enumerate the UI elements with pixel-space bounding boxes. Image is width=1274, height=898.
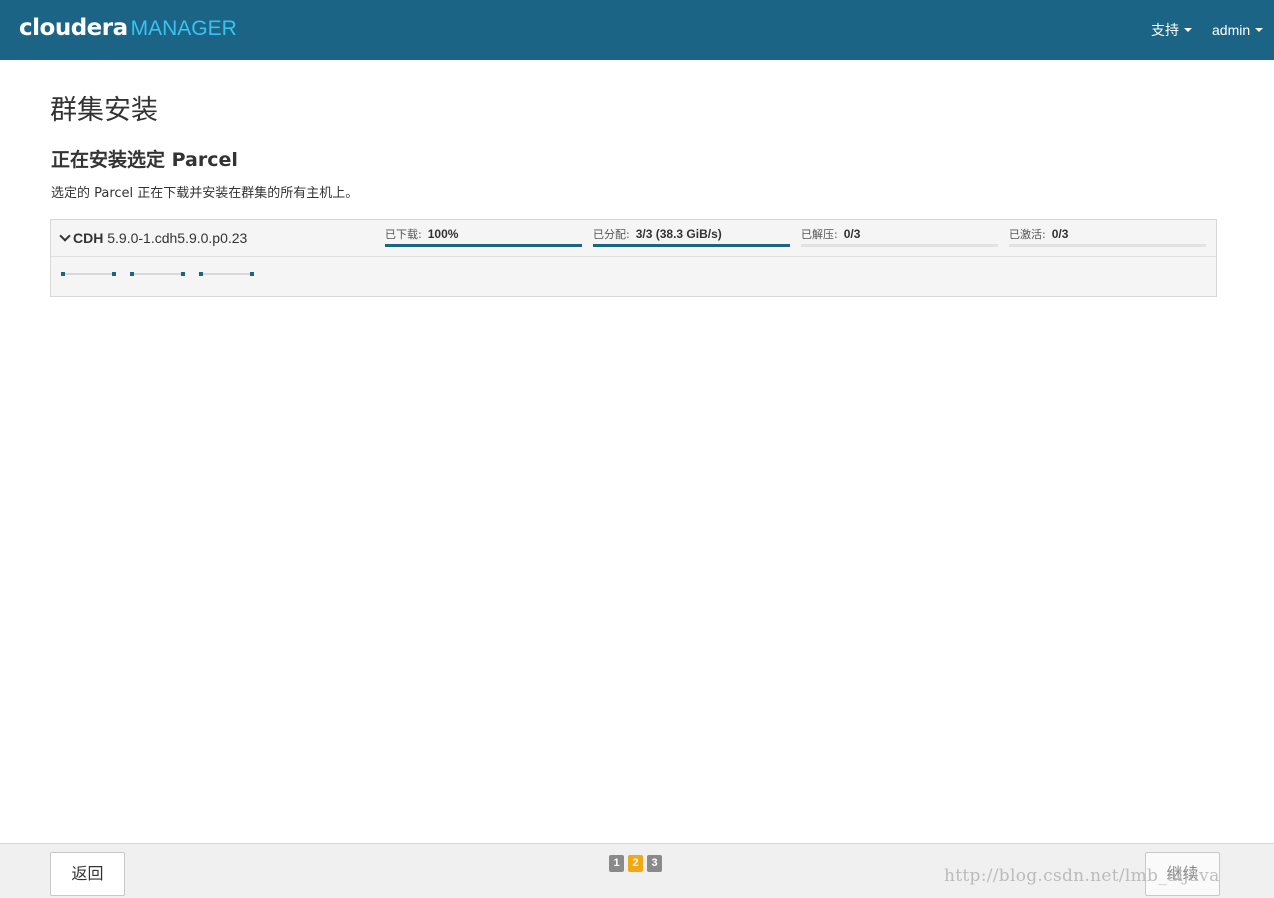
stat-value: 3/3 (38.3 GiB/s) — [635, 227, 722, 241]
host-progress-marker — [199, 272, 203, 276]
stat-label: 已分配: — [593, 228, 630, 241]
user-menu[interactable]: admin — [1212, 0, 1264, 60]
progress-bar — [385, 244, 582, 247]
parcel-name: CDH — [73, 230, 104, 246]
host-progress-marker — [112, 272, 116, 276]
support-menu-label: 支持 — [1151, 22, 1179, 38]
parcel-header: CDH 5.9.0-1.cdh5.9.0.p0.23 已下载: 100% 已分配:… — [51, 220, 1216, 257]
watermark: http://blog.csdn.net/lmb_aijava — [944, 866, 1220, 886]
wizard-step-badge: 1 — [609, 855, 624, 872]
host-progress-marker — [181, 272, 185, 276]
host-progress-track — [203, 273, 251, 275]
stat-label: 已解压: — [801, 228, 838, 241]
host-progress-marker — [250, 272, 254, 276]
wizard-step-badge: 3 — [647, 855, 662, 872]
host-progress-indicator — [61, 271, 117, 277]
progress-fill — [385, 244, 582, 247]
support-menu[interactable]: 支持 — [1151, 0, 1192, 60]
top-navbar: cloudera MANAGER 支持 admin — [0, 0, 1274, 60]
stat-value: 0/3 — [1051, 227, 1069, 241]
section-title: 正在安装选定 Parcel — [51, 149, 238, 171]
wizard-steps: 123 — [609, 855, 666, 872]
host-progress-marker — [130, 272, 134, 276]
stat-downloaded: 已下载: 100% — [385, 227, 582, 251]
page-title: 群集安装 — [50, 95, 158, 126]
logo-text: cloudera — [19, 15, 128, 41]
host-progress-indicator — [199, 271, 255, 277]
caret-down-icon — [1255, 28, 1264, 32]
chevron-down-icon — [59, 230, 71, 242]
parcel-panel: CDH 5.9.0-1.cdh5.9.0.p0.23 已下载: 100% 已分配:… — [50, 219, 1217, 297]
stat-label: 已下载: — [385, 228, 422, 241]
progress-bar — [801, 244, 998, 247]
caret-down-icon — [1184, 28, 1192, 32]
user-menu-label: admin — [1212, 22, 1251, 38]
parcel-version: 5.9.0-1.cdh5.9.0.p0.23 — [107, 230, 248, 246]
progress-bar — [593, 244, 790, 247]
host-progress-track — [134, 273, 182, 275]
stat-value: 100% — [427, 227, 459, 241]
logo-suffix: MANAGER — [130, 17, 237, 40]
host-progress-marker — [61, 272, 65, 276]
stat-distributed: 已分配: 3/3 (38.3 GiB/s) — [593, 227, 790, 251]
description-text: 选定的 Parcel 正在下载并安装在群集的所有主机上。 — [51, 186, 359, 201]
host-progress-track — [65, 273, 113, 275]
back-button[interactable]: 返回 — [50, 852, 125, 896]
host-progress-indicator — [130, 271, 186, 277]
progress-fill — [593, 244, 790, 247]
stat-unpacked: 已解压: 0/3 — [801, 227, 998, 251]
stat-activated: 已激活: 0/3 — [1009, 227, 1206, 251]
stat-label: 已激活: — [1009, 228, 1046, 241]
progress-bar — [1009, 244, 1206, 247]
wizard-step-badge: 2 — [628, 855, 643, 872]
parcel-toggle[interactable]: CDH 5.9.0-1.cdh5.9.0.p0.23 — [59, 229, 247, 247]
stat-value: 0/3 — [843, 227, 861, 241]
cloudera-manager-logo[interactable]: cloudera MANAGER — [19, 13, 237, 44]
